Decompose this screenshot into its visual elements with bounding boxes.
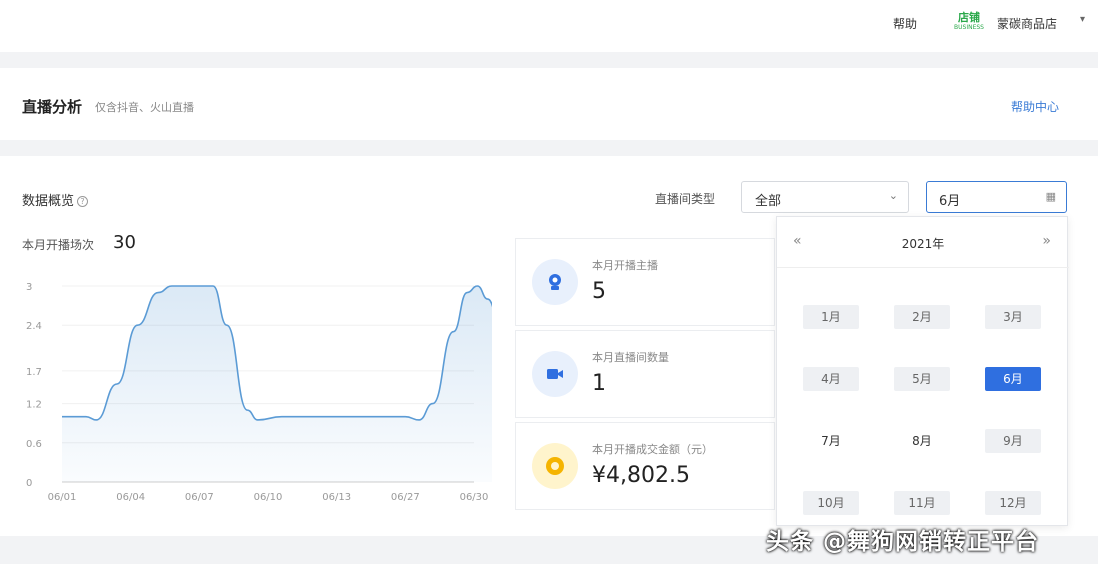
- month-value: 6月: [939, 194, 961, 209]
- picker-year: 2021年: [901, 237, 945, 251]
- y-tick-label: 3: [26, 282, 32, 293]
- video-camera-icon: [532, 351, 578, 397]
- chevron-down-icon[interactable]: ▾: [1080, 14, 1085, 25]
- x-tick-label: 06/30: [460, 492, 489, 503]
- x-tick-label: 06/07: [185, 492, 214, 503]
- month-option[interactable]: 2月: [894, 305, 950, 329]
- stat-value: 5: [592, 279, 606, 304]
- month-option[interactable]: 6月: [985, 367, 1041, 391]
- calendar-icon: ▦: [1045, 190, 1056, 203]
- top-bar: 帮助 店铺 BUSINESS 蒙碳商品店 ▾: [0, 0, 1098, 52]
- y-tick-label: 0.6: [26, 439, 42, 450]
- info-icon[interactable]: ?: [77, 196, 89, 207]
- logo-text: 店铺: [958, 11, 980, 24]
- help-center-link[interactable]: 帮助中心: [1011, 98, 1059, 115]
- x-tick-label: 06/04: [116, 492, 145, 503]
- room-type-label: 直播间类型: [655, 192, 716, 206]
- page-header: 直播分析 仅含抖音、火山直播 帮助中心: [0, 68, 1098, 140]
- monthly-count-label: 本月开播场次: [22, 238, 95, 252]
- month-option[interactable]: 12月: [985, 491, 1041, 515]
- page-title: 直播分析: [22, 98, 83, 116]
- page-subtitle: 仅含抖音、火山直播: [95, 101, 194, 114]
- overview-panel: 数据概览? 直播间类型 全部 ⌄ 6月 ▦ 本月开播场次 30 0 0.6 1.2 1…: [0, 156, 1098, 536]
- shop-logo: 店铺 BUSINESS: [954, 11, 984, 33]
- room-type-value: 全部: [755, 194, 782, 209]
- series-area: [62, 286, 492, 482]
- monthly-count-value: 30: [113, 232, 136, 253]
- live-count-chart: 0 0.6 1.2 1.7 2.4 3 06/01 06/04 06/07 06/10 06/13 0…: [26, 282, 492, 503]
- month-option[interactable]: 1月: [803, 305, 859, 329]
- month-option[interactable]: 11月: [894, 491, 950, 515]
- stat-card-anchors: 本月开播主播 5: [515, 238, 775, 326]
- y-tick-label: 1.2: [26, 400, 42, 411]
- room-type-select[interactable]: 全部 ⌄: [741, 181, 909, 213]
- y-tick-label: 2.4: [26, 321, 42, 332]
- overview-label-text: 数据概览: [22, 194, 75, 209]
- month-option[interactable]: 8月: [894, 429, 950, 453]
- x-tick-label: 06/13: [322, 492, 351, 503]
- month-option[interactable]: 7月: [803, 429, 859, 453]
- month-option[interactable]: 9月: [985, 429, 1041, 453]
- chevron-down-icon: ⌄: [888, 189, 898, 202]
- help-link[interactable]: 帮助: [893, 15, 917, 32]
- coin-icon: [532, 443, 578, 489]
- stat-value: 1: [592, 371, 606, 396]
- stat-value: ¥4,802.5: [592, 463, 690, 488]
- stat-label: 本月直播间数量: [592, 351, 669, 364]
- logo-sub: BUSINESS: [954, 24, 984, 31]
- stat-label: 本月开播成交金额（元）: [592, 443, 713, 456]
- x-tick-label: 06/01: [48, 492, 77, 503]
- anchor-icon: [532, 259, 578, 305]
- stat-card-revenue: 本月开播成交金额（元） ¥4,802.5: [515, 422, 775, 510]
- divider: [777, 267, 1069, 268]
- x-tick-label: 06/10: [254, 492, 283, 503]
- shop-name[interactable]: 蒙碳商品店: [997, 15, 1057, 32]
- stat-label: 本月开播主播: [592, 259, 658, 272]
- next-year-icon[interactable]: »: [1042, 233, 1051, 249]
- month-option[interactable]: 3月: [985, 305, 1041, 329]
- month-option[interactable]: 4月: [803, 367, 859, 391]
- y-tick-label: 1.7: [26, 367, 42, 378]
- stat-card-rooms: 本月直播间数量 1: [515, 330, 775, 418]
- month-option[interactable]: 10月: [803, 491, 859, 515]
- month-picker-dropdown: « 2021年 » 1月 2月 3月 4月 5月 6月 7月 8月 9月 10月 11月 12月: [776, 216, 1069, 526]
- watermark: 头条 @舞狗网销转正平台: [766, 529, 1040, 555]
- x-tick-label: 06/27: [391, 492, 420, 503]
- overview-title: 数据概览?: [22, 190, 89, 209]
- month-picker-input[interactable]: 6月 ▦: [926, 181, 1067, 213]
- month-option[interactable]: 5月: [894, 367, 950, 391]
- y-tick-label: 0: [26, 478, 32, 489]
